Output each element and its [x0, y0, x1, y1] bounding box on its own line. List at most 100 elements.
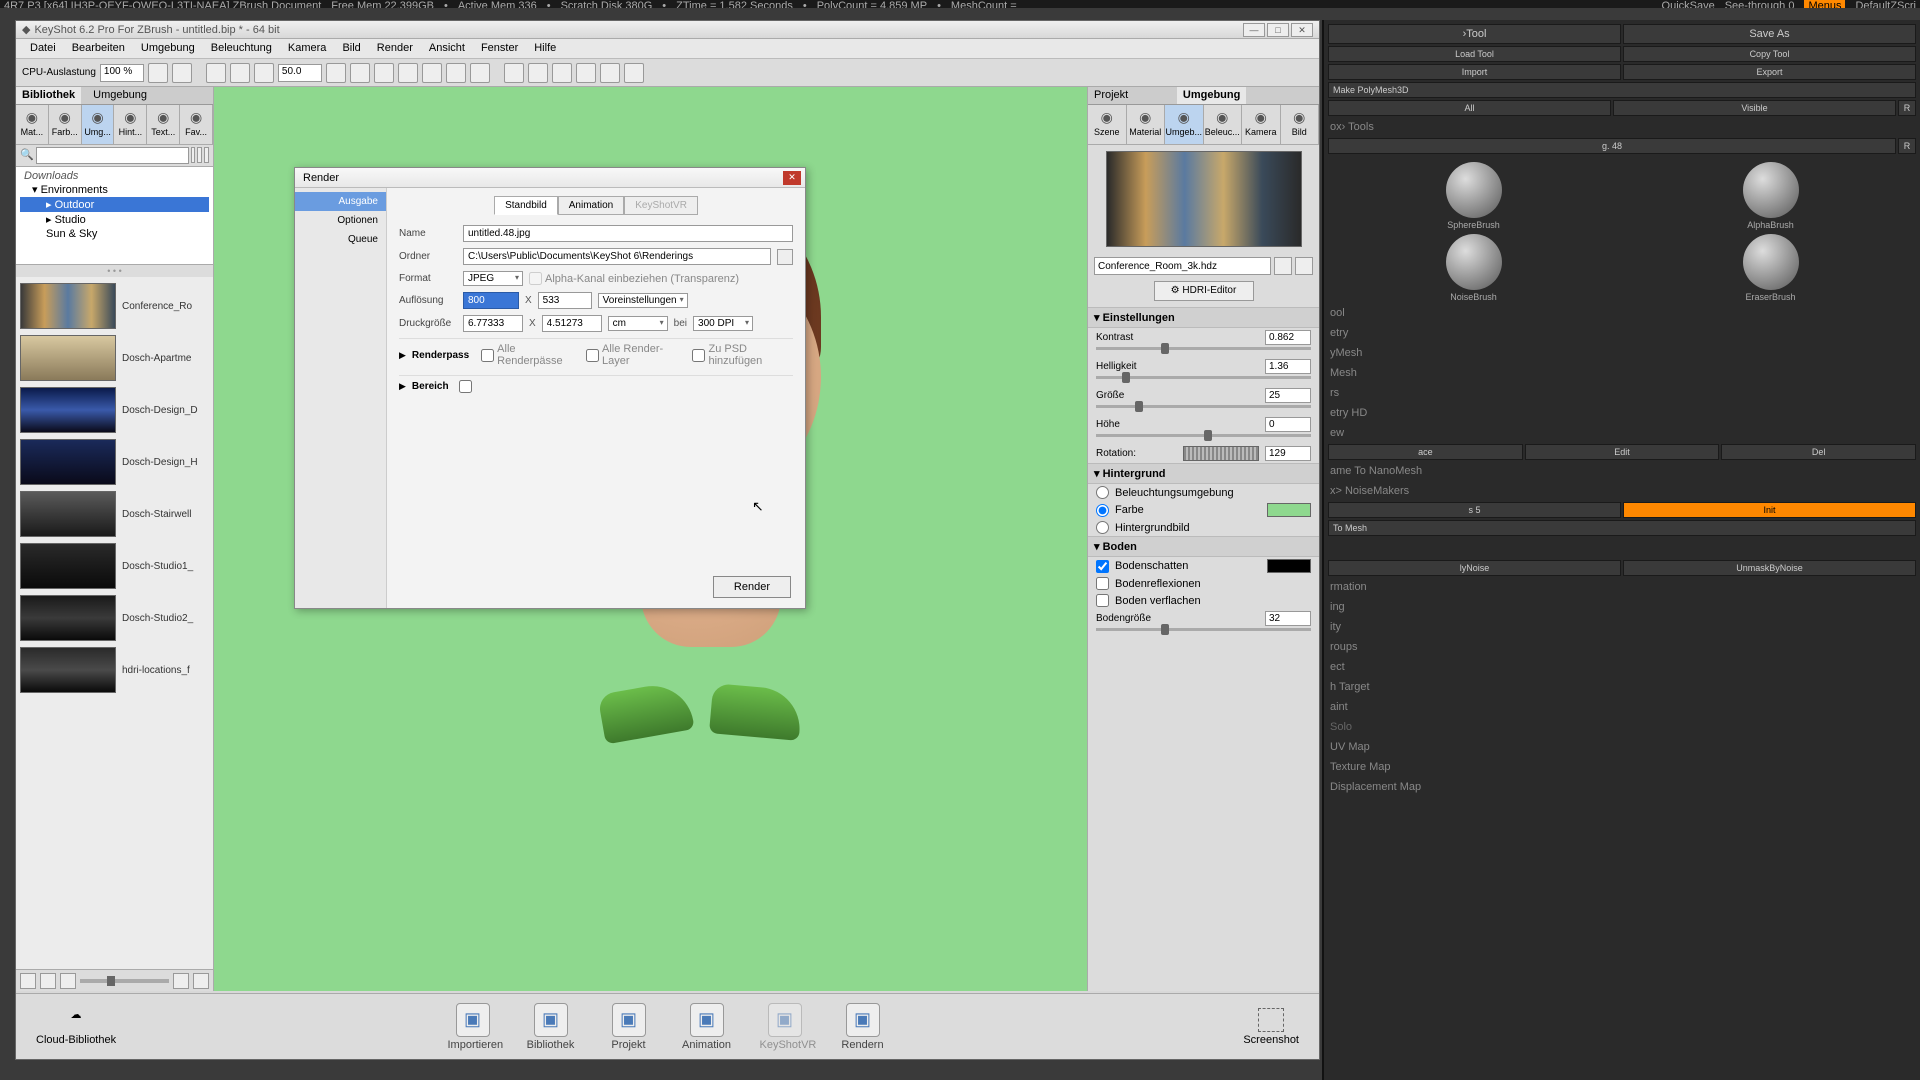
env-browse-icon[interactable]	[1274, 257, 1292, 275]
tab-projekt[interactable]: Projekt	[1088, 87, 1134, 104]
env-name-input[interactable]	[1094, 257, 1271, 275]
brush-noise-icon[interactable]	[1446, 234, 1502, 290]
menu-ansicht[interactable]: Ansicht	[421, 39, 473, 58]
render-folder-input[interactable]	[463, 248, 771, 265]
helligkeit-slider[interactable]	[1088, 376, 1319, 386]
env-thumb[interactable]: hdri-locations_f	[20, 645, 209, 695]
bg-radio-image[interactable]	[1096, 521, 1109, 534]
projicon-beleuchtung[interactable]: Beleuc...	[1204, 105, 1243, 144]
zbrush-tool[interactable]: ›Tool	[1328, 24, 1621, 44]
minimize-button[interactable]: —	[1243, 23, 1265, 37]
projicon-szene[interactable]: Szene	[1088, 105, 1127, 144]
hoehe-input[interactable]	[1265, 417, 1311, 432]
subtab-animation[interactable]: Animation	[558, 196, 624, 215]
tab-bibliothek[interactable]: Bibliothek	[16, 87, 81, 104]
pause-icon[interactable]	[148, 63, 168, 83]
fov-value[interactable]: 50.0	[278, 64, 322, 82]
menu-fenster[interactable]: Fenster	[473, 39, 526, 58]
boden-schatten-check[interactable]	[1096, 560, 1109, 573]
bg-radio-farbe[interactable]	[1096, 504, 1109, 517]
env-tree[interactable]: Downloads ▾ Environments ▸ Outdoor ▸ Stu…	[16, 167, 213, 265]
tree-environments[interactable]: ▾ Environments	[20, 182, 209, 197]
libicon-favorit[interactable]: Fav...	[180, 105, 213, 144]
side-optionen[interactable]: Optionen	[295, 211, 386, 230]
projicon-bild[interactable]: Bild	[1281, 105, 1320, 144]
cloud-library-button[interactable]: ☁ Cloud-Bibliothek	[36, 1008, 116, 1046]
psd-checkbox[interactable]	[692, 349, 705, 362]
tool-icon[interactable]	[470, 63, 490, 83]
env-thumb[interactable]: Dosch-Stairwell	[20, 489, 209, 539]
bg-radio-env[interactable]	[1096, 486, 1109, 499]
tool-icon[interactable]	[422, 63, 442, 83]
side-ausgabe[interactable]: Ausgabe	[295, 192, 386, 211]
brush-alpha-icon[interactable]	[1743, 162, 1799, 218]
brush-eraser-icon[interactable]	[1743, 234, 1799, 290]
renderpass-expand-icon[interactable]: ▶	[399, 350, 406, 361]
menu-hilfe[interactable]: Hilfe	[526, 39, 564, 58]
shadow-color-swatch[interactable]	[1267, 559, 1311, 573]
print-height-input[interactable]	[542, 315, 602, 332]
zbrush-export[interactable]: Export	[1623, 64, 1916, 80]
libicon-textur[interactable]: Text...	[147, 105, 180, 144]
zbrush-copytool[interactable]: Copy Tool	[1623, 46, 1916, 62]
render-name-input[interactable]	[463, 225, 793, 242]
env-thumbnails[interactable]: Conference_Ro Dosch-Apartme Dosch-Design…	[16, 277, 213, 969]
tool-icon[interactable]	[576, 63, 596, 83]
subtab-standbild[interactable]: Standbild	[494, 196, 558, 215]
print-width-input[interactable]	[463, 315, 523, 332]
libicon-hintergrund[interactable]: Hint...	[114, 105, 147, 144]
zbrush-init[interactable]: Init	[1623, 502, 1916, 518]
close-button[interactable]: ✕	[1291, 23, 1313, 37]
view-list-icon[interactable]	[20, 973, 36, 989]
tool-icon[interactable]	[552, 63, 572, 83]
bg-color-swatch[interactable]	[1267, 503, 1311, 517]
tool-icon[interactable]	[350, 63, 370, 83]
kontrast-slider[interactable]	[1088, 347, 1319, 357]
brush-sphere-icon[interactable]	[1446, 162, 1502, 218]
tree-studio[interactable]: ▸ Studio	[20, 212, 209, 227]
cpu-value[interactable]: 100 %	[100, 64, 144, 82]
tool-icon[interactable]	[446, 63, 466, 83]
env-thumb[interactable]: Dosch-Apartme	[20, 333, 209, 383]
tool-icon[interactable]	[326, 63, 346, 83]
menu-umgebung[interactable]: Umgebung	[133, 39, 203, 58]
projekt-button[interactable]: Projekt	[604, 1003, 654, 1051]
tab-proj-umgebung[interactable]: Umgebung	[1177, 87, 1246, 104]
tree-sunsky[interactable]: Sun & Sky	[20, 227, 209, 241]
browse-folder-icon[interactable]	[777, 249, 793, 265]
bodengroesse-input[interactable]	[1265, 611, 1311, 626]
env-thumb[interactable]: Dosch-Studio2_	[20, 593, 209, 643]
search-refresh-icon[interactable]	[204, 147, 209, 163]
bibliothek-button[interactable]: Bibliothek	[526, 1003, 576, 1051]
resolution-width-input[interactable]: 800	[463, 292, 519, 309]
env-thumb[interactable]: Dosch-Studio1_	[20, 541, 209, 591]
helligkeit-input[interactable]	[1265, 359, 1311, 374]
section-hintergrund[interactable]: Hintergrund	[1088, 463, 1319, 484]
search-folder-icon[interactable]	[191, 147, 196, 163]
side-queue[interactable]: Queue	[295, 230, 386, 249]
animation-button[interactable]: Animation	[682, 1003, 732, 1051]
dpi-select[interactable]: 300 DPI	[693, 316, 753, 331]
library-search-input[interactable]	[36, 147, 189, 164]
print-unit-select[interactable]: cm	[608, 316, 668, 331]
trash-icon[interactable]	[193, 973, 209, 989]
rotation-input[interactable]	[1265, 446, 1311, 461]
tool-icon[interactable]	[528, 63, 548, 83]
maximize-button[interactable]: □	[1267, 23, 1289, 37]
zbrush-edit[interactable]: Edit	[1525, 444, 1720, 460]
tool-icon[interactable]	[398, 63, 418, 83]
tool-icon[interactable]	[600, 63, 620, 83]
folder-icon[interactable]	[173, 973, 189, 989]
zbrush-tomesh[interactable]: To Mesh	[1328, 520, 1916, 536]
dialog-close-button[interactable]: ✕	[783, 171, 801, 185]
projicon-material[interactable]: Material	[1127, 105, 1166, 144]
download-icon[interactable]	[254, 63, 274, 83]
boden-reflex-check[interactable]	[1096, 577, 1109, 590]
format-select[interactable]: JPEG	[463, 271, 523, 286]
groesse-slider[interactable]	[1088, 405, 1319, 415]
libicon-farbe[interactable]: Farb...	[49, 105, 82, 144]
env-thumb[interactable]: Dosch-Design_H	[20, 437, 209, 487]
tree-outdoor[interactable]: ▸ Outdoor	[20, 197, 209, 212]
menu-bearbeiten[interactable]: Bearbeiten	[64, 39, 133, 58]
resolution-preset-select[interactable]: Voreinstellungen	[598, 293, 688, 308]
